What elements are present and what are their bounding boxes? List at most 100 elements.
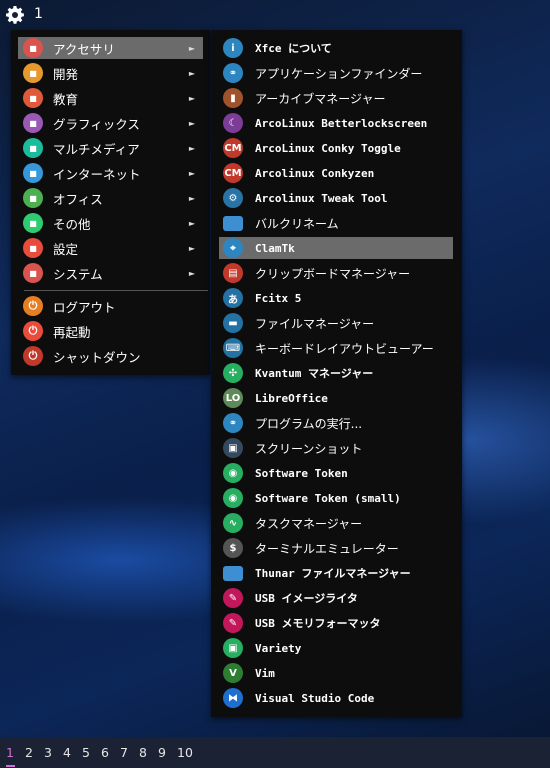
workspace-button[interactable]: 6 — [101, 745, 109, 760]
menu-category-item[interactable]: ■ オフィス ► — [18, 187, 203, 209]
workspace-button[interactable]: 2 — [25, 745, 33, 760]
app-menu-item[interactable]: ⌨ キーボードレイアウトビューアー — [219, 337, 453, 359]
menu-category-item[interactable]: ■ 開発 ► — [18, 62, 203, 84]
conky-icon: CM — [223, 138, 243, 158]
workspace-button[interactable]: 8 — [139, 745, 147, 760]
app-menu-item[interactable]: ⚭ プログラムの実行... — [219, 412, 453, 434]
menu-category-item[interactable]: ■ 教育 ► — [18, 87, 203, 109]
kvantum-icon: ✣ — [223, 363, 243, 383]
usb-writer-icon: ✎ — [223, 588, 243, 608]
menu-category-label: その他 — [53, 216, 91, 232]
menu-category-label: 開発 — [53, 66, 79, 82]
app-menu-item[interactable]: ▣ Variety — [219, 637, 453, 659]
menu-category-item[interactable]: ■ その他 ► — [18, 212, 203, 234]
session-item[interactable]: ⏻ シャットダウン — [18, 345, 203, 367]
app-menu-item[interactable]: i Xfce について — [219, 37, 453, 59]
app-label: Variety — [255, 641, 302, 655]
menu-category-label: アクセサリ — [53, 41, 115, 57]
app-label: Xfce について — [255, 42, 332, 55]
internet-icon: ■ — [23, 163, 43, 183]
restart-icon: ⏻ — [23, 321, 43, 341]
app-menu-item[interactable]: ◉ Software Token (small) — [219, 487, 453, 509]
app-menu-item[interactable]: ▤ クリップボードマネージャー — [219, 262, 453, 284]
workspace-button[interactable]: 5 — [82, 745, 90, 760]
session-item[interactable]: ⏻ ログアウト — [18, 295, 203, 317]
accessories-icon: ■ — [23, 38, 43, 58]
app-menu-item[interactable]: Thunar ファイルマネージャー — [219, 562, 453, 584]
app-label: LibreOffice — [255, 391, 328, 405]
submenu-arrow-icon: ► — [188, 68, 195, 78]
workspace-button[interactable]: 3 — [44, 745, 52, 760]
other-icon: ■ — [23, 213, 43, 233]
usb-format-icon: ✎ — [223, 613, 243, 633]
menu-category-label: マルチメディア — [53, 141, 140, 157]
app-menu-item[interactable]: $ ターミナルエミュレーター — [219, 537, 453, 559]
submenu-arrow-icon: ► — [188, 243, 195, 253]
variety-icon: ▣ — [223, 638, 243, 658]
settings-icon: ■ — [23, 238, 43, 258]
session-item[interactable]: ⏻ 再起動 — [18, 320, 203, 342]
app-menu-item[interactable]: あ Fcitx 5 — [219, 287, 453, 309]
workspace-button[interactable]: 7 — [120, 745, 128, 760]
app-label: USB イメージライタ — [255, 592, 358, 605]
app-menu-item[interactable]: ✣ Kvantum マネージャー — [219, 362, 453, 384]
app-label: ファイルマネージャー — [255, 316, 375, 331]
clipboard-icon: ▤ — [223, 263, 243, 283]
app-menu-item[interactable]: ⚭ アプリケーションファインダー — [219, 62, 453, 84]
app-label: Fcitx 5 — [255, 291, 302, 305]
app-menu-item[interactable]: ◉ Software Token — [219, 462, 453, 484]
menu-category-item[interactable]: ■ マルチメディア ► — [18, 137, 203, 159]
app-label: タスクマネージャー — [255, 516, 363, 531]
app-menu-item[interactable]: ∿ タスクマネージャー — [219, 512, 453, 534]
app-menu-item[interactable]: ▬ ファイルマネージャー — [219, 312, 453, 334]
submenu-arrow-icon: ► — [188, 268, 195, 278]
workspace-button[interactable]: 9 — [158, 745, 166, 760]
logout-icon: ⏻ — [23, 296, 43, 316]
app-menu-item[interactable]: ⚙ Arcolinux Tweak Tool — [219, 187, 453, 209]
app-label: Kvantum マネージャー — [255, 367, 374, 380]
libreoffice-icon: LO — [223, 388, 243, 408]
task-manager-icon: ∿ — [223, 513, 243, 533]
clamtk-icon: ⌖ — [223, 238, 243, 258]
app-label: ClamTk — [255, 241, 295, 255]
current-workspace-indicator — [6, 765, 15, 767]
gear-icon[interactable] — [5, 5, 25, 25]
menu-category-item[interactable]: ■ システム ► — [18, 262, 203, 284]
app-label: Vim — [255, 666, 275, 680]
app-menu-item[interactable]: CM Arcolinux Conkyzen — [219, 162, 453, 184]
app-menu-item[interactable]: CM ArcoLinux Conky Toggle — [219, 137, 453, 159]
app-label: Thunar ファイルマネージャー — [255, 567, 411, 580]
app-label: アーカイブマネージャー — [255, 91, 386, 106]
app-menu-item[interactable]: ⧓ Visual Studio Code — [219, 687, 453, 709]
software-token-icon: ◉ — [223, 463, 243, 483]
submenu-arrow-icon: ► — [188, 43, 195, 53]
app-label: USB メモリフォーマッタ — [255, 617, 381, 630]
app-menu-item[interactable]: ▮ アーカイブマネージャー — [219, 87, 453, 109]
app-menu-item[interactable]: LO LibreOffice — [219, 387, 453, 409]
app-menu-item[interactable]: バルクリネーム — [219, 212, 453, 234]
keyboard-icon: ⌨ — [223, 338, 243, 358]
menu-category-item[interactable]: ■ アクセサリ ► — [18, 37, 203, 59]
info-icon: i — [223, 38, 243, 58]
app-menu-item[interactable]: V Vim — [219, 662, 453, 684]
app-menu-item[interactable]: ▣ スクリーンショット — [219, 437, 453, 459]
workspace-button[interactable]: 1 — [6, 745, 14, 760]
app-menu-item[interactable]: ✎ USB メモリフォーマッタ — [219, 612, 453, 634]
session-label: 再起動 — [53, 324, 91, 340]
menu-category-item[interactable]: ■ 設定 ► — [18, 237, 203, 259]
menu-category-item[interactable]: ■ グラフィックス ► — [18, 112, 203, 134]
app-menu-item[interactable]: ☾ ArcoLinux Betterlockscreen — [219, 112, 453, 134]
multimedia-icon: ■ — [23, 138, 43, 158]
submenu-arrow-icon: ► — [188, 218, 195, 228]
submenu-arrow-icon: ► — [188, 193, 195, 203]
menu-category-label: インターネット — [53, 166, 141, 182]
app-menu-item[interactable]: ✎ USB イメージライタ — [219, 587, 453, 609]
shutdown-icon: ⏻ — [23, 346, 43, 366]
top-panel: 1 — [0, 0, 550, 30]
app-menu-item[interactable]: ⌖ ClamTk — [219, 237, 453, 259]
vscode-icon: ⧓ — [223, 688, 243, 708]
screenshot-icon: ▣ — [223, 438, 243, 458]
workspace-button[interactable]: 4 — [63, 745, 71, 760]
menu-category-item[interactable]: ■ インターネット ► — [18, 162, 203, 184]
workspace-button[interactable]: 10 — [177, 745, 193, 760]
